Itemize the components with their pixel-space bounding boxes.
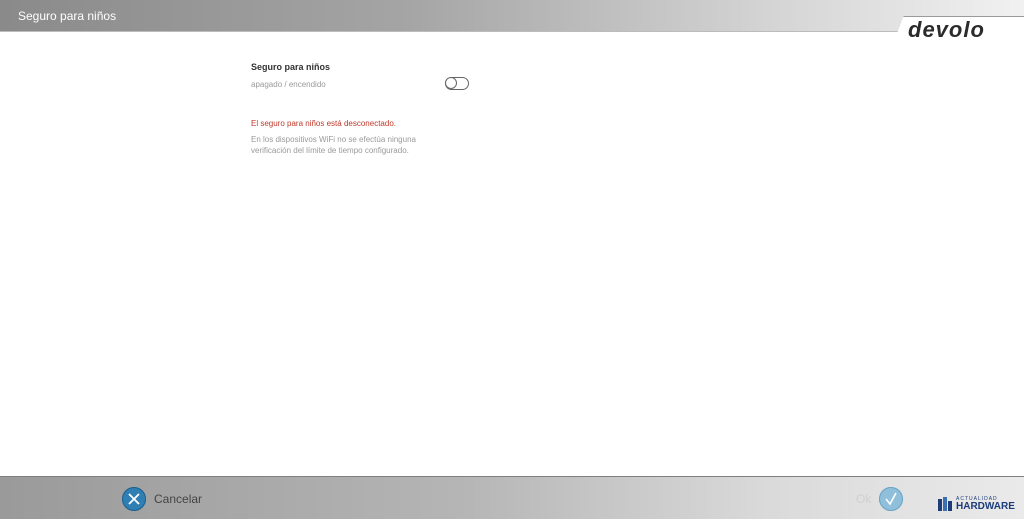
cancel-button[interactable]: Cancelar	[122, 487, 202, 511]
title-bar: Seguro para niños devolo	[0, 0, 1024, 42]
status-message: El seguro para niños está desconectado.	[251, 119, 396, 128]
check-icon	[879, 487, 904, 511]
description-text: En los dispositivos WiFi no se efectúa n…	[251, 135, 416, 155]
page-title: Seguro para niños	[18, 9, 117, 23]
child-lock-toggle[interactable]	[445, 77, 469, 90]
section-title: Seguro para niños	[251, 62, 331, 72]
toggle-label: apagado / encendido	[251, 80, 326, 89]
cancel-label: Cancelar	[154, 492, 203, 506]
ok-button[interactable]: Ok	[856, 487, 904, 511]
close-icon	[122, 487, 146, 511]
watermark-line2: HARDWARE	[956, 501, 1015, 512]
ok-label: Ok	[856, 492, 872, 506]
devolo-logo: devolo	[908, 17, 985, 42]
toggle-knob	[445, 77, 457, 89]
footer-bar: Cancelar Ok ACTUALIDAD HARDWARE	[0, 476, 1024, 519]
watermark-icon	[938, 497, 952, 511]
watermark-logo: ACTUALIDAD HARDWARE	[938, 495, 1020, 515]
